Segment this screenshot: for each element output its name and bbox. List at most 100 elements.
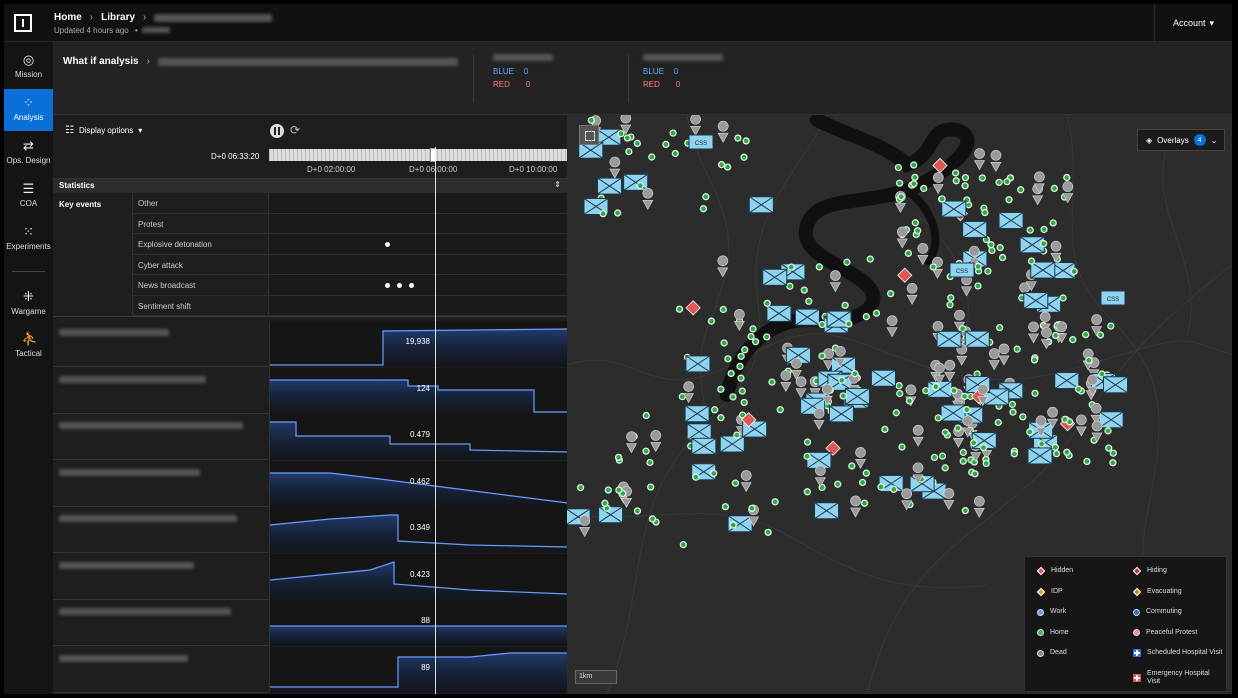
home-marker[interactable] xyxy=(642,411,650,420)
home-marker[interactable] xyxy=(904,249,912,257)
sort-icon[interactable]: ⇕ xyxy=(554,180,561,189)
home-marker[interactable] xyxy=(910,180,918,188)
home-marker[interactable] xyxy=(671,149,679,158)
home-marker[interactable] xyxy=(731,479,739,487)
home-marker[interactable] xyxy=(1105,444,1113,452)
home-marker[interactable] xyxy=(892,409,900,417)
incident-pin[interactable] xyxy=(814,465,826,488)
home-marker[interactable] xyxy=(838,376,846,384)
home-marker[interactable] xyxy=(599,210,607,218)
home-marker[interactable] xyxy=(1038,440,1046,448)
home-marker[interactable] xyxy=(1082,331,1090,339)
nav-item-mission[interactable]: ◎ Mission xyxy=(4,46,53,88)
home-marker[interactable] xyxy=(834,480,842,488)
home-marker[interactable] xyxy=(998,253,1007,262)
home-marker[interactable] xyxy=(614,209,622,217)
home-marker[interactable] xyxy=(930,453,939,462)
home-marker[interactable] xyxy=(971,470,979,478)
incident-pin[interactable] xyxy=(642,188,654,210)
home-marker[interactable] xyxy=(911,173,919,181)
home-marker[interactable] xyxy=(724,355,732,363)
incident-pin[interactable] xyxy=(690,115,702,136)
home-marker[interactable] xyxy=(727,369,735,378)
home-marker[interactable] xyxy=(764,528,772,536)
home-marker[interactable] xyxy=(1010,450,1018,458)
analysis-title[interactable]: What if analysis xyxy=(63,56,139,67)
home-marker[interactable] xyxy=(721,503,730,511)
home-marker[interactable] xyxy=(737,352,745,360)
hidden-marker[interactable] xyxy=(685,300,701,316)
home-marker[interactable] xyxy=(648,515,657,523)
home-marker[interactable] xyxy=(994,418,1002,427)
home-marker[interactable] xyxy=(843,258,851,266)
home-marker[interactable] xyxy=(952,177,960,185)
home-marker[interactable] xyxy=(719,305,727,314)
home-marker[interactable] xyxy=(1013,345,1021,353)
fullscreen-button[interactable] xyxy=(579,125,599,145)
home-marker[interactable] xyxy=(815,263,823,271)
statistics-header[interactable]: Statistics ⇕ xyxy=(53,179,567,193)
home-marker[interactable] xyxy=(1107,322,1115,330)
home-marker[interactable] xyxy=(576,484,585,492)
home-marker[interactable] xyxy=(1063,448,1071,456)
nav-item-wargame[interactable]: ⁜ Wargame xyxy=(4,283,53,325)
playhead[interactable] xyxy=(435,147,436,694)
incident-pin[interactable] xyxy=(717,120,729,143)
home-marker[interactable] xyxy=(872,309,881,317)
home-marker[interactable] xyxy=(699,205,708,213)
home-marker[interactable] xyxy=(776,406,784,414)
overlays-button[interactable]: ◈ Overlays 4 ⌄ xyxy=(1137,129,1225,151)
incident-pin[interactable] xyxy=(625,431,637,454)
display-options-button[interactable]: ☷ Display options ▾ xyxy=(65,125,142,136)
event-marker[interactable] xyxy=(385,283,391,288)
home-marker[interactable] xyxy=(740,153,748,161)
incident-pin[interactable] xyxy=(579,515,591,538)
incident-pin[interactable] xyxy=(740,470,752,493)
incident-pin[interactable] xyxy=(906,283,918,305)
home-marker[interactable] xyxy=(845,320,853,328)
home-marker[interactable] xyxy=(877,483,885,491)
home-marker[interactable] xyxy=(623,134,631,142)
home-marker[interactable] xyxy=(1083,457,1091,466)
home-marker[interactable] xyxy=(818,320,826,329)
home-marker[interactable] xyxy=(642,447,650,455)
home-marker[interactable] xyxy=(996,244,1004,252)
home-marker[interactable] xyxy=(1026,226,1034,234)
home-marker[interactable] xyxy=(952,169,960,177)
home-marker[interactable] xyxy=(786,282,794,290)
home-marker[interactable] xyxy=(1019,413,1027,421)
home-marker[interactable] xyxy=(633,507,642,515)
home-marker[interactable] xyxy=(894,163,902,172)
incident-pin[interactable] xyxy=(1028,321,1040,344)
incident-pin[interactable] xyxy=(990,150,1002,172)
home-marker[interactable] xyxy=(978,174,986,182)
home-marker[interactable] xyxy=(604,486,612,494)
home-marker[interactable] xyxy=(711,406,719,414)
home-marker[interactable] xyxy=(946,301,954,309)
home-marker[interactable] xyxy=(800,286,808,294)
replay-icon[interactable]: ⟳ xyxy=(290,123,300,137)
home-marker[interactable] xyxy=(741,346,749,354)
home-marker[interactable] xyxy=(717,161,726,169)
home-marker[interactable] xyxy=(938,195,946,203)
home-marker[interactable] xyxy=(748,504,756,512)
home-marker[interactable] xyxy=(734,134,742,142)
home-marker[interactable] xyxy=(763,299,771,307)
incident-pin[interactable] xyxy=(961,274,973,297)
home-marker[interactable] xyxy=(1098,370,1106,378)
home-marker[interactable] xyxy=(763,333,771,341)
home-marker[interactable] xyxy=(717,385,725,393)
home-marker[interactable] xyxy=(934,414,942,422)
incident-pin[interactable] xyxy=(1075,414,1087,437)
home-marker[interactable] xyxy=(1009,408,1017,416)
home-marker[interactable] xyxy=(1109,449,1117,457)
home-marker[interactable] xyxy=(862,469,870,477)
home-marker[interactable] xyxy=(941,428,949,436)
home-marker[interactable] xyxy=(982,459,990,467)
account-menu[interactable]: Account ▾ xyxy=(1154,4,1232,42)
home-marker[interactable] xyxy=(647,483,655,491)
home-marker[interactable] xyxy=(707,317,716,325)
event-marker[interactable] xyxy=(397,283,403,288)
home-marker[interactable] xyxy=(717,414,725,422)
home-marker[interactable] xyxy=(961,507,969,515)
